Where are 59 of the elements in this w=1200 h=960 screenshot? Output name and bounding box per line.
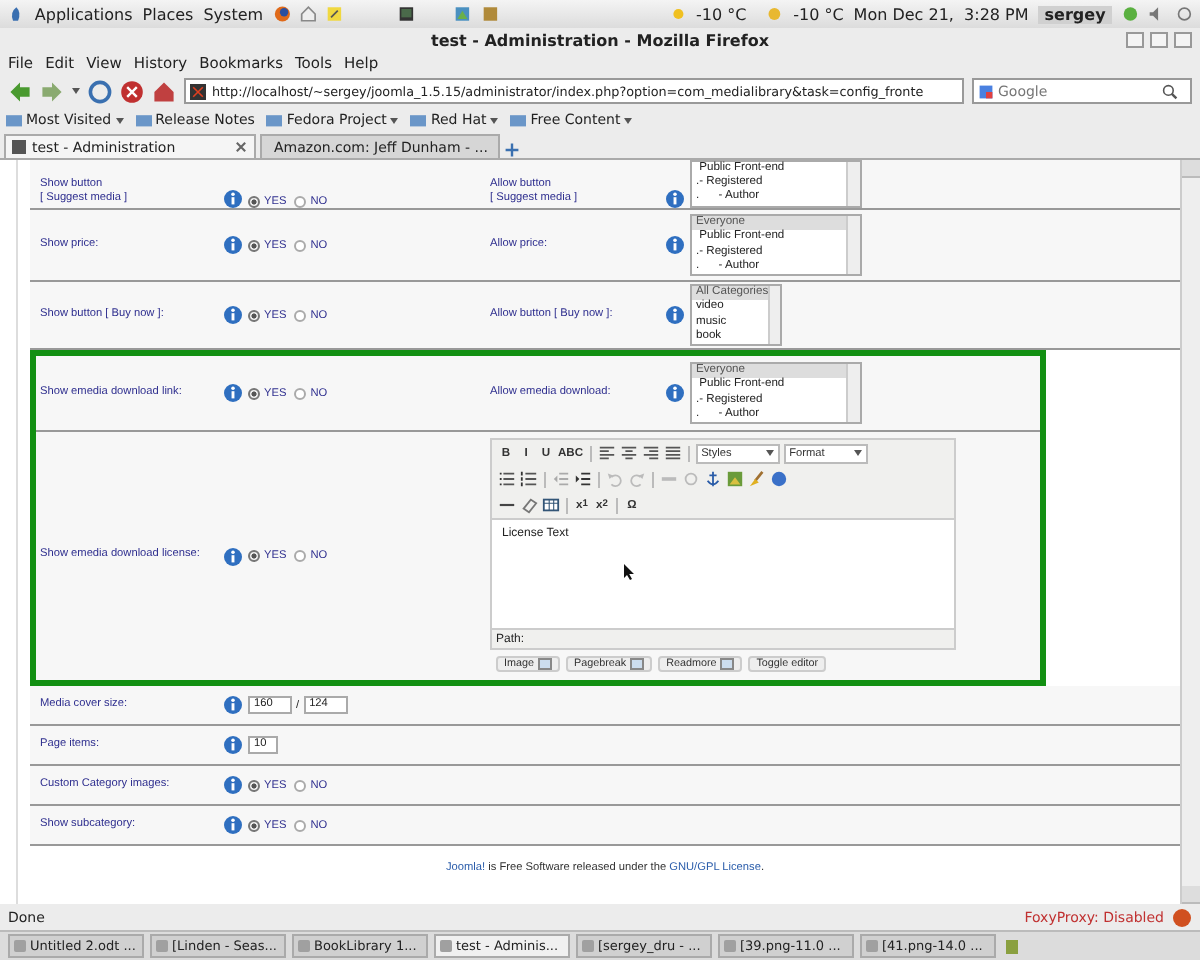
folder-icon [135, 112, 152, 128]
align-right-icon[interactable] [641, 444, 660, 462]
folder-icon [6, 112, 22, 128]
image-icon[interactable] [726, 470, 744, 488]
indent-icon[interactable] [574, 470, 592, 488]
info-icon[interactable] [666, 236, 684, 254]
broom-icon[interactable] [748, 470, 766, 488]
weather-reading[interactable]: -10 °C [695, 5, 747, 23]
minimize-button[interactable] [1126, 32, 1144, 48]
back-icon [8, 79, 32, 103]
align-center-icon[interactable] [619, 444, 638, 462]
numbered-list-icon[interactable] [520, 470, 538, 488]
mouse-pointer-icon [624, 564, 634, 580]
user-menu[interactable]: sergey [1038, 5, 1112, 23]
reload-icon [88, 79, 112, 103]
anchor-icon[interactable] [704, 470, 722, 488]
firefox-icon [273, 4, 290, 24]
maximize-button[interactable] [1150, 32, 1168, 48]
info-icon[interactable] [224, 776, 242, 794]
folder-icon [266, 112, 283, 128]
folder-icon [410, 112, 427, 128]
window-title: test - Administration - Mozilla Firefox [431, 31, 769, 49]
bullet-list-icon[interactable] [498, 470, 516, 488]
info-icon[interactable] [666, 189, 684, 208]
terminal-icon [397, 4, 414, 24]
clock[interactable]: Mon Dec 21, 3:28 PM [853, 5, 1029, 23]
close-button[interactable] [1174, 32, 1192, 48]
weather-reading[interactable]: -10 °C [793, 5, 844, 23]
align-left-icon[interactable] [597, 444, 616, 462]
align-justify-icon[interactable] [663, 444, 682, 462]
info-icon[interactable] [224, 306, 242, 324]
panel-menu[interactable]: System [203, 5, 264, 23]
home-icon [299, 4, 317, 24]
info-icon[interactable] [666, 384, 684, 402]
close-icon [234, 140, 248, 154]
info-icon[interactable] [666, 306, 684, 324]
info-icon[interactable] [224, 816, 242, 834]
info-icon[interactable] [224, 189, 242, 208]
eraser-icon[interactable] [520, 496, 538, 514]
search-icon [1162, 83, 1178, 99]
google-icon [978, 83, 994, 99]
info-icon[interactable] [224, 547, 242, 565]
folder-icon [510, 112, 527, 128]
info-icon[interactable] [224, 236, 242, 254]
image-viewer-icon [454, 4, 471, 24]
new-tab-icon [504, 142, 520, 158]
site-icon [190, 83, 206, 99]
forward-icon [40, 79, 64, 103]
panel-menu[interactable]: Places [142, 5, 194, 23]
table-icon[interactable] [542, 496, 560, 514]
info-icon[interactable] [224, 736, 242, 754]
home-icon [152, 79, 176, 103]
panel-menu[interactable]: Applications [34, 5, 133, 23]
history-caret-icon[interactable] [72, 88, 80, 94]
stop-icon [120, 79, 144, 103]
tab-favicon-icon [12, 140, 26, 154]
sun-icon [669, 4, 686, 24]
info-icon[interactable] [224, 384, 242, 402]
info-icon[interactable] [224, 696, 242, 714]
